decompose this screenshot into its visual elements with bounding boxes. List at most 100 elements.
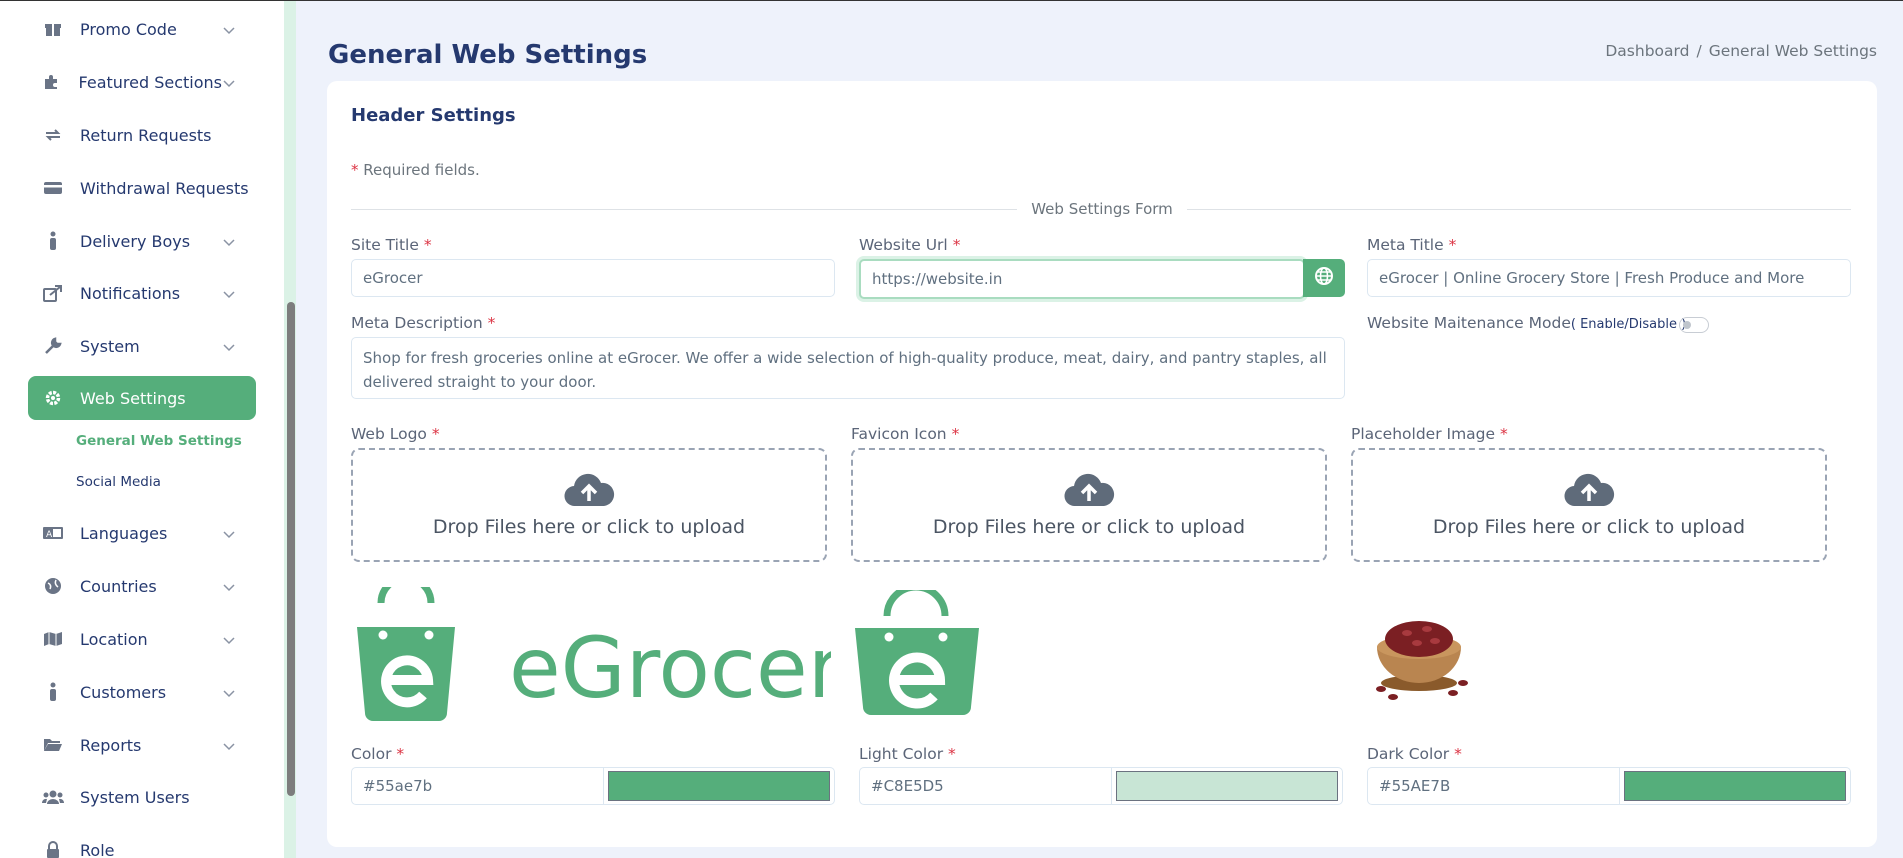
sidebar-item-withdrawal-requests[interactable]: Withdrawal Requests [28,166,256,210]
users-icon [42,786,64,808]
required-star: * [396,745,405,763]
sidebar-item-promo-code[interactable]: Promo Code [28,7,256,51]
chevron-down-icon [222,286,236,300]
chevron-down-icon [222,632,236,646]
puzzle-icon [42,71,63,93]
sidebar-subitem-general-web-settings[interactable]: General Web Settings [76,433,242,449]
light-color-hex-value[interactable]: #C8E5D5 [860,768,1112,804]
chevron-down-icon [222,685,236,699]
dropzone-text: Drop Files here or click to upload [932,516,1246,538]
web-logo-dropzone[interactable]: Drop Files here or click to upload [351,448,827,562]
chevron-down-icon [222,526,236,540]
website-url-label-text: Website Url [859,236,948,254]
chevron-down-icon [222,75,236,89]
sidebar-item-customers[interactable]: Customers [28,670,256,714]
color-label: Color * [351,745,404,763]
maintenance-mode-hint: ( Enable/Disable ) [1570,317,1687,332]
required-star: * [951,425,960,443]
dark-color-label-text: Dark Color [1367,745,1450,763]
website-url-input[interactable]: https://website.in [859,259,1305,299]
cloud-upload-icon [1563,472,1615,512]
meta-description-label-text: Meta Description [351,314,483,332]
sidebar-item-label: Return Requests [80,125,212,145]
sidebar-item-web-settings[interactable]: Web Settings [28,376,256,420]
sidebar-item-reports[interactable]: Reports [28,723,256,767]
sidebar-item-return-requests[interactable]: Return Requests [28,113,256,157]
share-icon [42,282,64,304]
color-hex-value[interactable]: #55ae7b [352,768,604,804]
favicon-icon-dropzone[interactable]: Drop Files here or click to upload [851,448,1327,562]
sidebar-item-role[interactable]: Role [28,828,256,858]
sidebar-scrollbar-thumb[interactable] [287,302,295,796]
color-label-text: Color [351,745,392,763]
sidebar-item-languages[interactable]: A Languages [28,511,256,555]
map-icon [42,628,64,650]
sidebar-item-label: Languages [80,523,168,543]
breadcrumb: Dashboard / General Web Settings [1605,42,1877,60]
meta-description-label: Meta Description * [351,314,495,332]
sidebar-item-location[interactable]: Location [28,617,256,661]
sidebar-item-label: Promo Code [80,19,177,39]
sidebar-item-featured-sections[interactable]: Featured Sections [28,60,256,104]
light-color-label-text: Light Color [859,745,944,763]
page-title: General Web Settings [328,40,648,70]
light-color-label: Light Color * [859,745,956,763]
sidebar-item-label: Notifications [80,283,181,303]
color-swatch[interactable] [608,771,830,801]
required-note-text: Required fields. [363,161,480,179]
sidebar-item-label: Web Settings [80,388,186,408]
person-icon [42,230,64,252]
dark-color-input[interactable]: #55AE7B [1367,767,1851,805]
sidebar-item-label: Withdrawal Requests [80,178,249,198]
sidebar: Promo Code Featured Sections Return Requ… [0,1,284,858]
breadcrumb-dashboard-link[interactable]: Dashboard [1605,42,1689,60]
web-logo-label: Web Logo * [351,425,440,443]
sidebar-item-countries[interactable]: Countries [28,564,256,608]
sidebar-item-notifications[interactable]: Notifications [28,271,256,315]
meta-description-textarea[interactable]: Shop for fresh groceries online at eGroc… [351,337,1345,399]
sidebar-item-system-users[interactable]: System Users [28,775,256,819]
required-star: * [431,425,440,443]
return-arrows-icon [42,124,64,146]
placeholder-image-label: Placeholder Image * [1351,425,1508,443]
required-star: * [1454,745,1462,763]
section-label: Web Settings Form [1017,200,1187,218]
svg-text:A: A [46,530,53,540]
maintenance-mode-toggle[interactable] [1679,317,1709,333]
sidebar-item-delivery-boys[interactable]: Delivery Boys [28,219,256,263]
cloud-upload-icon [563,472,615,512]
placeholder-image-dropzone[interactable]: Drop Files here or click to upload [1351,448,1827,562]
header-settings-card: Header Settings * Required fields. Web S… [327,81,1877,847]
sidebar-item-label: Featured Sections [78,72,222,92]
site-title-label: Site Title * [351,236,432,254]
light-color-input[interactable]: #C8E5D5 [859,767,1343,805]
required-star: * [351,161,359,179]
sidebar-item-label: System [80,336,140,356]
sidebar-item-label: Role [80,840,115,858]
maintenance-mode-label-text: Website Maitenance Mode [1367,314,1571,332]
meta-title-input[interactable]: eGrocer | Online Grocery Store | Fresh P… [1367,259,1851,297]
color-input[interactable]: #55ae7b [351,767,835,805]
required-star: * [423,236,432,254]
cloud-upload-icon [1063,472,1115,512]
dark-color-swatch[interactable] [1624,771,1846,801]
required-star: * [948,745,956,763]
sidebar-item-label: Location [80,629,148,649]
website-url-globe-button[interactable] [1303,259,1345,297]
globe-icon [1314,266,1334,290]
web-logo-label-text: Web Logo [351,425,427,443]
gift-icon [42,18,64,40]
person-icon [42,681,64,703]
light-color-swatch[interactable] [1116,771,1338,801]
website-url-label: Website Url * [859,236,960,254]
folder-icon [42,734,64,756]
site-title-input[interactable]: eGrocer [351,259,835,297]
sidebar-item-label: Customers [80,682,167,702]
sidebar-item-system[interactable]: System [28,324,256,368]
dark-color-hex-value[interactable]: #55AE7B [1368,768,1620,804]
placeholder-image-label-text: Placeholder Image [1351,425,1496,443]
sidebar-item-label: Reports [80,735,142,755]
sidebar-subitem-social-media[interactable]: Social Media [76,474,161,490]
dropzone-text: Drop Files here or click to upload [1432,516,1746,538]
favicon-preview [851,583,983,716]
